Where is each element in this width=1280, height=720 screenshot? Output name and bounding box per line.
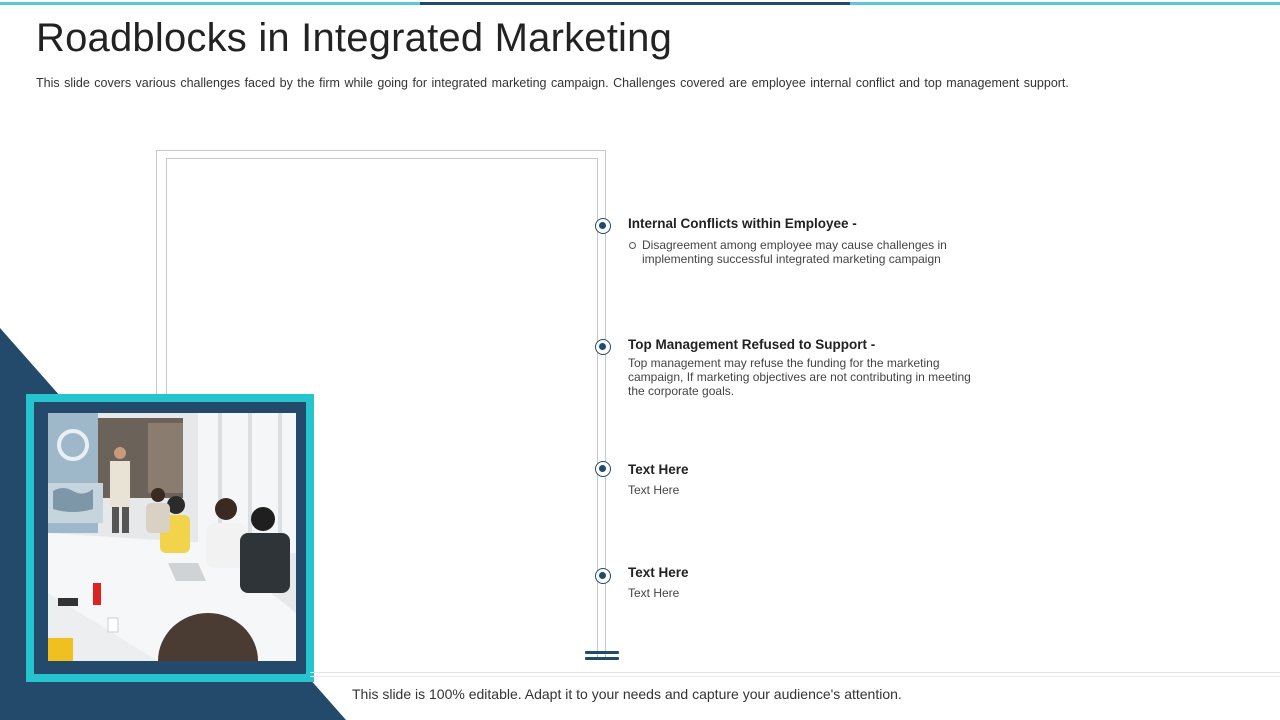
item-3-heading: Text Here bbox=[628, 462, 689, 477]
timeline-base-line-2 bbox=[585, 657, 619, 660]
timeline-node-4 bbox=[595, 568, 611, 584]
item-2-line-3: the corporate goals. bbox=[628, 384, 735, 398]
top-accent-bar-right bbox=[850, 2, 1280, 5]
item-2-line-1: Top management may refuse the funding fo… bbox=[628, 356, 940, 370]
item-4-line-1: Text Here bbox=[628, 586, 680, 600]
top-accent-bar-left bbox=[0, 2, 420, 5]
item-2-heading: Top Management Refused to Support - bbox=[628, 337, 876, 352]
item-4-heading: Text Here bbox=[628, 565, 689, 580]
item-1-heading: Internal Conflicts within Employee - bbox=[628, 216, 857, 231]
slide-title: Roadblocks in Integrated Marketing bbox=[36, 16, 673, 60]
item-1-circle-bullet bbox=[629, 242, 636, 249]
meeting-photo bbox=[48, 413, 296, 661]
item-1-line-1: Disagreement among employee may cause ch… bbox=[642, 238, 947, 252]
top-accent-bar-middle bbox=[420, 2, 850, 5]
footer-divider-2 bbox=[310, 676, 1280, 677]
timeline-node-2 bbox=[595, 339, 611, 355]
item-2-line-2: campaign, If marketing objectives are no… bbox=[628, 370, 971, 384]
timeline-node-3 bbox=[595, 461, 611, 477]
footer-note: This slide is 100% editable. Adapt it to… bbox=[352, 686, 902, 702]
item-1-line-2: implementing successful integrated marke… bbox=[642, 252, 941, 266]
item-3-line-1: Text Here bbox=[628, 483, 680, 497]
slide-subtitle: This slide covers various challenges fac… bbox=[36, 76, 1069, 90]
timeline-base-line-1 bbox=[585, 651, 619, 654]
timeline-node-1 bbox=[595, 218, 611, 234]
footer-divider bbox=[310, 672, 1280, 673]
